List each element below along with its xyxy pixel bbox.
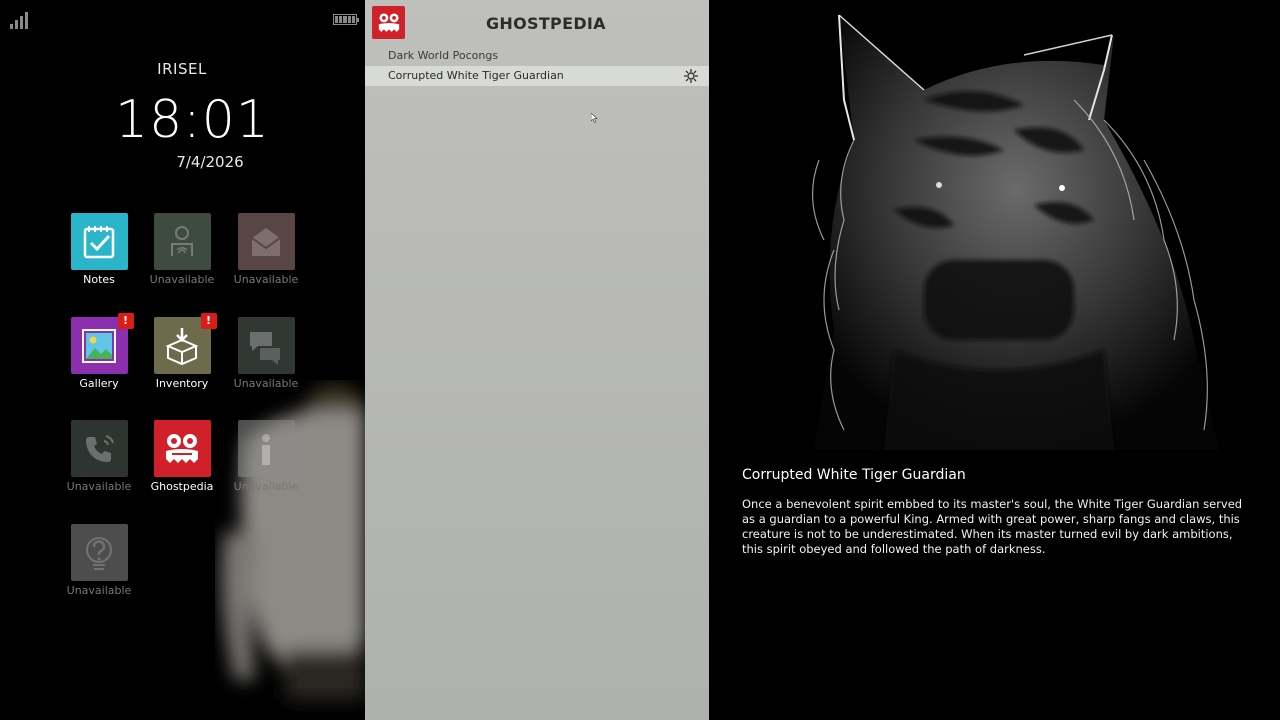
battery-icon [333, 14, 359, 25]
app-unavailable-chat[interactable]: Unavailable [231, 317, 301, 390]
app-inventory[interactable]: ! Inventory [147, 313, 217, 390]
app-label: Unavailable [233, 273, 299, 286]
app-label: Unavailable [66, 584, 132, 597]
list-item-selected[interactable]: Corrupted White Tiger Guardian [365, 66, 709, 86]
app-notes[interactable]: Notes [64, 213, 134, 286]
ghost-detail-panel: Corrupted White Tiger Guardian Once a be… [709, 0, 1280, 720]
box-download-icon: ! [153, 313, 217, 374]
phone-home-screen: IRISEL 18:01 7/4/2026 Notes Unavailable … [0, 0, 365, 720]
notes-check-icon [70, 213, 128, 270]
list-item[interactable]: Dark World Pocongs [365, 46, 709, 66]
app-label: Unavailable [233, 480, 299, 493]
tiger-guardian-illustration [812, 14, 1219, 450]
app-label: Ghostpedia [150, 480, 214, 493]
owner-name: IRISEL [157, 60, 207, 78]
mouse-cursor-icon [591, 113, 598, 123]
app-label: Inventory [155, 377, 209, 390]
notification-badge: ! [117, 313, 134, 329]
person-wifi-icon [153, 213, 211, 270]
info-icon [237, 420, 295, 477]
app-ghostpedia[interactable]: Ghostpedia [147, 420, 217, 493]
ghost-mask-icon [372, 6, 405, 39]
sun-icon [684, 69, 698, 83]
gallery-image-icon: ! [70, 313, 134, 374]
app-unavailable-mail[interactable]: Unavailable [231, 213, 301, 286]
ghostpedia-title: GHOSTPEDIA [486, 14, 606, 33]
ghost-name: Corrupted White Tiger Guardian [742, 467, 966, 483]
mail-icon [237, 213, 295, 270]
app-unavailable-help[interactable]: Unavailable [64, 524, 134, 597]
app-label: Unavailable [66, 480, 132, 493]
ghost-description: Once a benevolent spirit embbed to its m… [742, 497, 1243, 556]
chat-bubbles-icon [237, 317, 295, 374]
app-label: Unavailable [149, 273, 215, 286]
app-unavailable-info[interactable]: Unavailable [231, 420, 301, 493]
help-icon [70, 524, 128, 581]
app-gallery[interactable]: ! Gallery [64, 313, 134, 390]
app-label: Notes [83, 273, 115, 286]
ghost-mask-icon [153, 420, 211, 477]
signal-bars-icon [10, 11, 30, 29]
ghostpedia-list-panel: GHOSTPEDIA Dark World Pocongs Corrupted … [365, 0, 709, 720]
clock-time: 18:01 [115, 90, 270, 150]
app-unavailable-phone[interactable]: Unavailable [64, 420, 134, 493]
notification-badge: ! [200, 313, 217, 329]
app-unavailable-profile[interactable]: Unavailable [147, 213, 217, 286]
phone-call-icon [70, 420, 128, 477]
list-item-label: Corrupted White Tiger Guardian [388, 69, 564, 82]
app-label: Unavailable [233, 377, 299, 390]
list-item-label: Dark World Pocongs [388, 49, 499, 62]
clock-date: 7/4/2026 [176, 153, 244, 171]
app-label: Gallery [79, 377, 119, 390]
